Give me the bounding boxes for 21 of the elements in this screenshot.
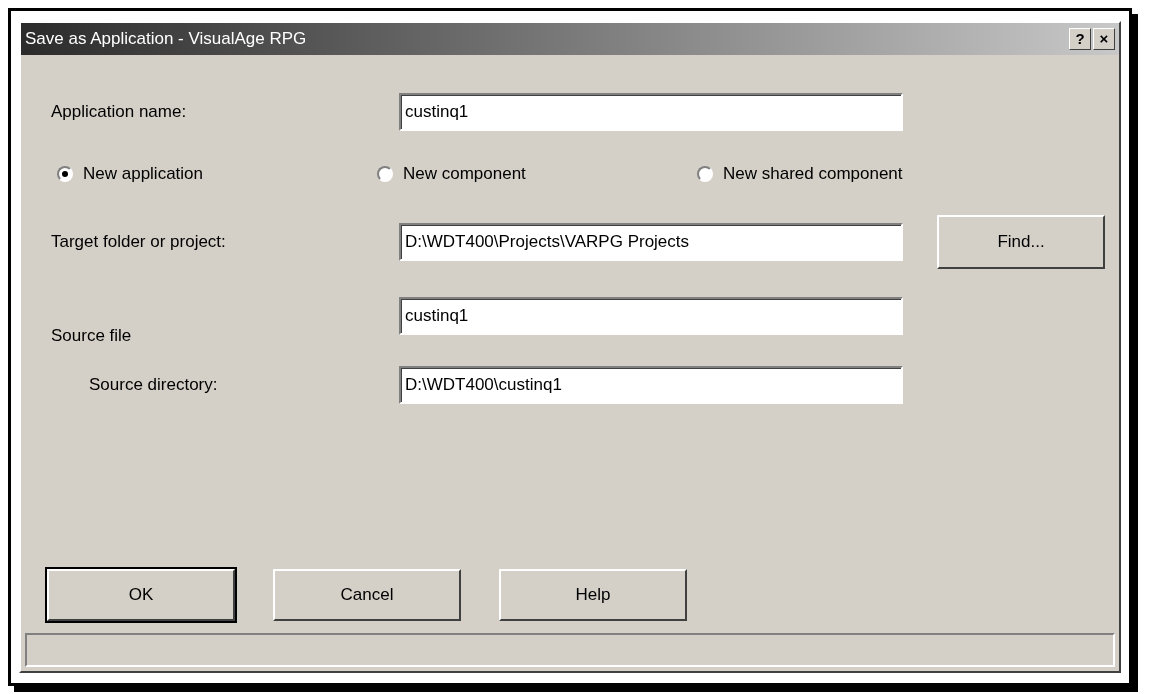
source-file-field[interactable]: custinq1	[399, 296, 903, 335]
field-label: Source file	[51, 324, 133, 347]
dialog-button[interactable]: Help	[499, 569, 687, 621]
close-button[interactable]: ×	[1093, 28, 1115, 50]
radio-button[interactable]	[57, 165, 73, 182]
dialog-button[interactable]: OK	[47, 569, 235, 621]
target-folder-field[interactable]: D:\WDT400\Projects\VARPG Projects	[399, 222, 903, 261]
dialog-button[interactable]: Cancel	[273, 569, 461, 621]
radio-label[interactable]: New shared component	[723, 161, 903, 187]
radio-label[interactable]: New component	[403, 161, 526, 187]
help-button[interactable]: ?	[1069, 28, 1091, 50]
source-directory-field[interactable]: D:\WDT400\custinq1	[399, 366, 903, 404]
field-label: Application name:	[51, 101, 188, 124]
window-title: Save as Application - VisualAge RPG	[25, 28, 307, 51]
radio-button[interactable]	[697, 165, 713, 182]
radio-button[interactable]	[377, 165, 393, 182]
field-label: Target folder or project:	[51, 230, 227, 253]
find-button[interactable]: Find...	[937, 214, 1105, 269]
field-label: Source directory:	[88, 374, 219, 397]
radio-label[interactable]: New application	[83, 161, 203, 187]
application-name-field[interactable]: custinq1	[399, 93, 903, 131]
